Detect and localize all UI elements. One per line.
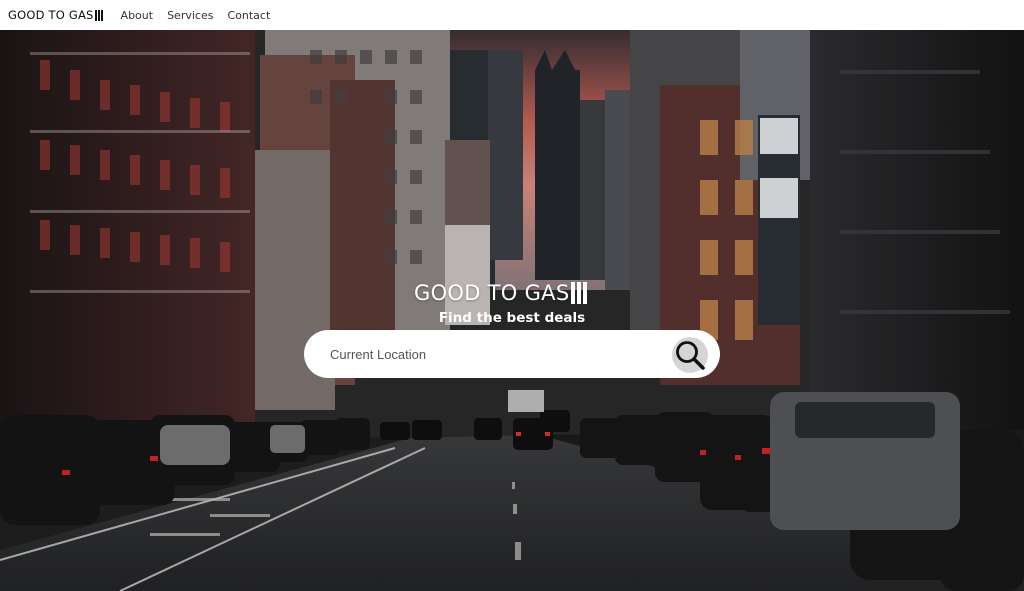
brand-bars-icon xyxy=(94,9,104,21)
brand-text: GOOD TO GAS xyxy=(8,8,94,22)
hero-subtitle: Find the best deals xyxy=(0,310,1024,326)
hero-section: GOOD TO GAS Find the best deals xyxy=(0,30,1024,591)
search-button[interactable] xyxy=(672,337,708,373)
nav-link-contact[interactable]: Contact xyxy=(227,9,270,22)
brand-logo[interactable]: GOOD TO GAS xyxy=(8,8,104,22)
nav-link-about[interactable]: About xyxy=(121,9,154,22)
search-icon xyxy=(676,341,705,370)
hero-title-text: GOOD TO GAS xyxy=(414,281,570,305)
hero-subtitle-text: Find the best deals xyxy=(438,310,586,326)
hero-title-bars-icon xyxy=(571,282,589,304)
search-input[interactable] xyxy=(328,342,648,366)
nav-link-services[interactable]: Services xyxy=(167,9,213,22)
hero-overlay: GOOD TO GAS Find the best deals xyxy=(0,30,1024,591)
navbar: GOOD TO GAS About Services Contact xyxy=(0,0,1024,30)
search-bar xyxy=(304,330,720,378)
hero-title: GOOD TO GAS xyxy=(414,279,589,307)
